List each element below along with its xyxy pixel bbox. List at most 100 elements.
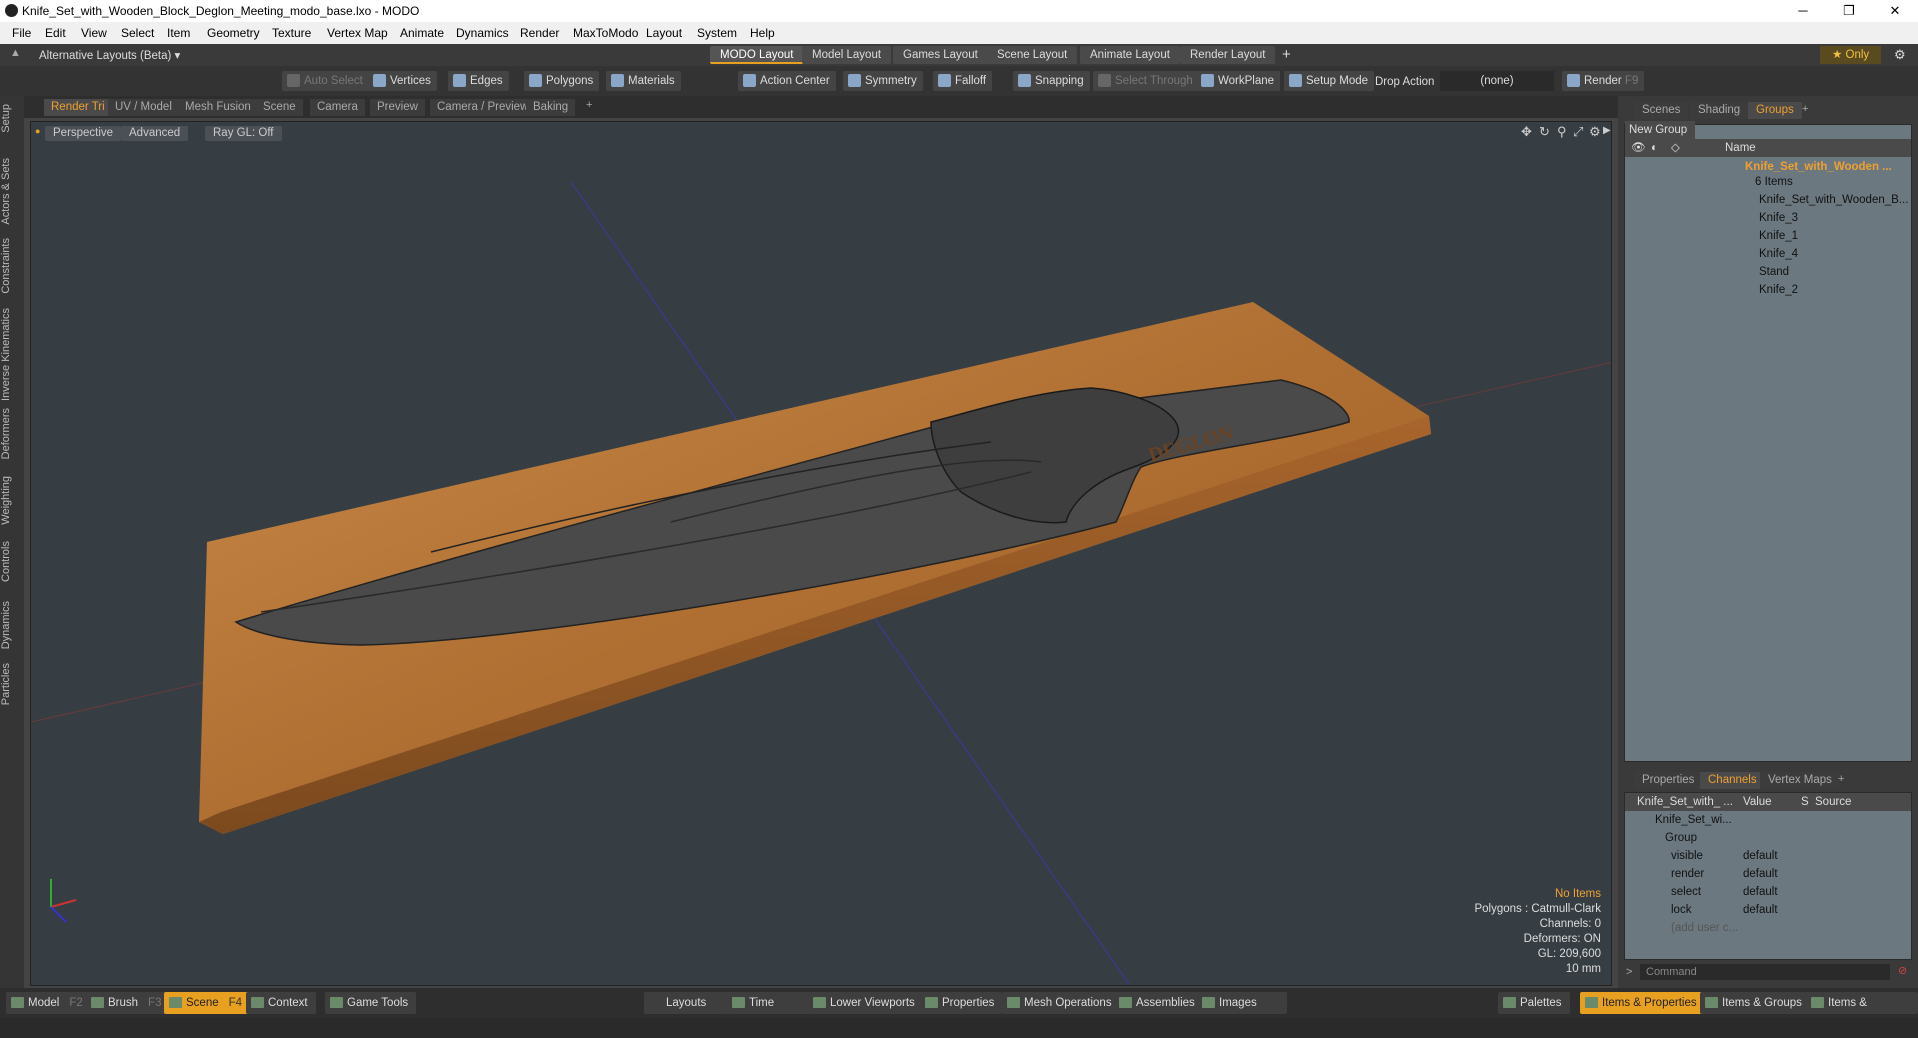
list-item[interactable]: Stand: [1625, 263, 1911, 281]
viewport-gear-icon[interactable]: ⚙: [1589, 124, 1601, 140]
scene-tab[interactable]: Scene F4: [164, 992, 251, 1014]
only-button[interactable]: ★ Only: [1820, 46, 1882, 64]
channel-row[interactable]: render default: [1625, 865, 1911, 883]
tab-mesh-fusion[interactable]: Mesh Fusion: [178, 99, 258, 116]
channel-row[interactable]: lock default: [1625, 901, 1911, 919]
model-tab[interactable]: Model F2: [6, 992, 91, 1014]
menu-help[interactable]: Help: [750, 26, 775, 40]
context-tab[interactable]: Context: [246, 992, 316, 1014]
tab-dynamics[interactable]: Dynamics: [0, 601, 24, 649]
menu-edit[interactable]: Edit: [45, 26, 66, 40]
channel-value[interactable]: default: [1743, 883, 1778, 901]
tab-camera[interactable]: Camera: [310, 99, 365, 116]
vertices-button[interactable]: Vertices: [368, 71, 437, 91]
tab-model-layout[interactable]: Model Layout: [802, 46, 892, 64]
menu-vertex-map[interactable]: Vertex Map: [327, 26, 388, 40]
time-button[interactable]: Time: [727, 992, 811, 1014]
zoom-view-icon[interactable]: ⚲: [1557, 124, 1567, 140]
menu-select[interactable]: Select: [121, 26, 154, 40]
tab-camera-preview[interactable]: Camera / Preview: [430, 99, 536, 116]
minimize-button[interactable]: ─: [1780, 0, 1826, 22]
tab-games-layout[interactable]: Games Layout: [893, 46, 988, 64]
tab-scene-layout[interactable]: Scene Layout: [987, 46, 1078, 64]
menu-animate[interactable]: Animate: [400, 26, 444, 40]
list-item[interactable]: Knife_1: [1625, 227, 1911, 245]
materials-button[interactable]: Materials: [606, 71, 681, 91]
palettes-button[interactable]: Palettes: [1498, 992, 1570, 1014]
list-item[interactable]: Knife_Set_with_Wooden_B...: [1625, 191, 1911, 209]
channel-tree-group[interactable]: Group: [1625, 829, 1911, 847]
channel-tree-root[interactable]: Knife_Set_wi...: [1625, 811, 1911, 829]
add-user-channel[interactable]: (add user c...: [1625, 919, 1911, 937]
tab-preview[interactable]: Preview: [370, 99, 425, 116]
tab-particles[interactable]: Particles: [0, 663, 24, 705]
channel-value[interactable]: default: [1743, 865, 1778, 883]
list-item[interactable]: Knife_4: [1625, 245, 1911, 263]
lower-viewports-button[interactable]: Lower Viewports: [808, 992, 923, 1014]
menu-layout[interactable]: Layout: [646, 26, 682, 40]
scene-canvas[interactable]: DEGLON: [31, 122, 1612, 986]
tab-shading[interactable]: Shading: [1690, 102, 1749, 119]
auto-select-button[interactable]: Auto Select: [282, 71, 369, 91]
edges-button[interactable]: Edges: [448, 71, 509, 91]
rotate-view-icon[interactable]: ↻: [1539, 124, 1550, 140]
items-properties-button[interactable]: Items & Properties: [1580, 992, 1705, 1014]
viewport-menu-icon[interactable]: ●: [35, 126, 40, 136]
add-tab-button[interactable]: +: [586, 99, 592, 111]
layout-selector[interactable]: Alternative Layouts (Beta) ▾: [39, 48, 180, 62]
tab-setup[interactable]: Setup: [0, 104, 24, 133]
items-shading-button[interactable]: Items & Shading: [1806, 992, 1918, 1031]
tab-uv-model[interactable]: UV / Model: [108, 99, 179, 116]
polygons-button[interactable]: Polygons: [524, 71, 600, 91]
command-input[interactable]: Command: [1640, 964, 1890, 980]
falloff-button[interactable]: Falloff: [933, 71, 993, 91]
game-tools-tab[interactable]: Game Tools: [325, 992, 417, 1014]
list-item[interactable]: Knife_3: [1625, 209, 1911, 227]
action-center-button[interactable]: Action Center: [738, 71, 836, 91]
gear-icon[interactable]: ⚙: [1894, 47, 1906, 63]
tab-constraints[interactable]: Constraints: [0, 238, 24, 294]
stop-icon[interactable]: ⊘: [1898, 964, 1907, 977]
snapping-button[interactable]: Snapping: [1013, 71, 1090, 91]
tab-render-layout[interactable]: Render Layout: [1180, 46, 1276, 64]
tab-inverse-kinematics[interactable]: Inverse Kinematics: [0, 308, 24, 401]
tab-vertex-maps[interactable]: Vertex Maps: [1760, 772, 1840, 789]
tab-channels[interactable]: Channels: [1700, 772, 1765, 789]
menu-item[interactable]: Item: [167, 26, 190, 40]
select-through-button[interactable]: Select Through: [1093, 71, 1199, 91]
tab-scene[interactable]: Scene: [256, 99, 303, 116]
render-button[interactable]: Render F9: [1562, 71, 1645, 91]
tab-weighting[interactable]: Weighting: [0, 476, 24, 525]
symmetry-button[interactable]: Symmetry: [843, 71, 923, 91]
tab-render-tri[interactable]: Render Tri: [44, 99, 112, 116]
menu-system[interactable]: System: [697, 26, 737, 40]
mesh-operations-button[interactable]: Mesh Operations: [1002, 992, 1120, 1014]
menu-geometry[interactable]: Geometry: [207, 26, 260, 40]
collapse-icon[interactable]: ▲: [10, 47, 21, 59]
add-layout-button[interactable]: +: [1282, 46, 1291, 63]
expand-icon[interactable]: ▶: [1603, 125, 1611, 136]
menu-dynamics[interactable]: Dynamics: [456, 26, 509, 40]
channel-value[interactable]: default: [1743, 901, 1778, 919]
maximize-button[interactable]: ❐: [1826, 0, 1872, 22]
menu-texture[interactable]: Texture: [272, 26, 311, 40]
drop-action-select[interactable]: (none): [1440, 71, 1554, 91]
tab-baking[interactable]: Baking: [526, 99, 576, 116]
add-panel-tab[interactable]: +: [1802, 103, 1808, 115]
menu-file[interactable]: File: [12, 26, 31, 40]
menu-maxtomodo[interactable]: MaxToModo: [573, 26, 638, 40]
tab-actors-sets[interactable]: Actors & Sets: [0, 158, 24, 225]
channel-value[interactable]: default: [1743, 847, 1778, 865]
add-lower-tab[interactable]: +: [1838, 773, 1844, 785]
move-view-icon[interactable]: ✥: [1521, 124, 1532, 140]
new-group-button[interactable]: New Group: [1625, 121, 1695, 139]
raygl-button[interactable]: Ray GL: Off: [205, 126, 282, 141]
close-button[interactable]: ✕: [1872, 0, 1918, 22]
channel-row[interactable]: select default: [1625, 883, 1911, 901]
channel-row[interactable]: visible default: [1625, 847, 1911, 865]
tab-modo-layout[interactable]: MODO Layout: [710, 46, 804, 64]
advanced-button[interactable]: Advanced: [121, 126, 189, 141]
properties-button[interactable]: Properties: [920, 992, 1003, 1014]
setup-mode-button[interactable]: Setup Mode: [1284, 71, 1375, 91]
tab-groups[interactable]: Groups: [1748, 102, 1802, 119]
